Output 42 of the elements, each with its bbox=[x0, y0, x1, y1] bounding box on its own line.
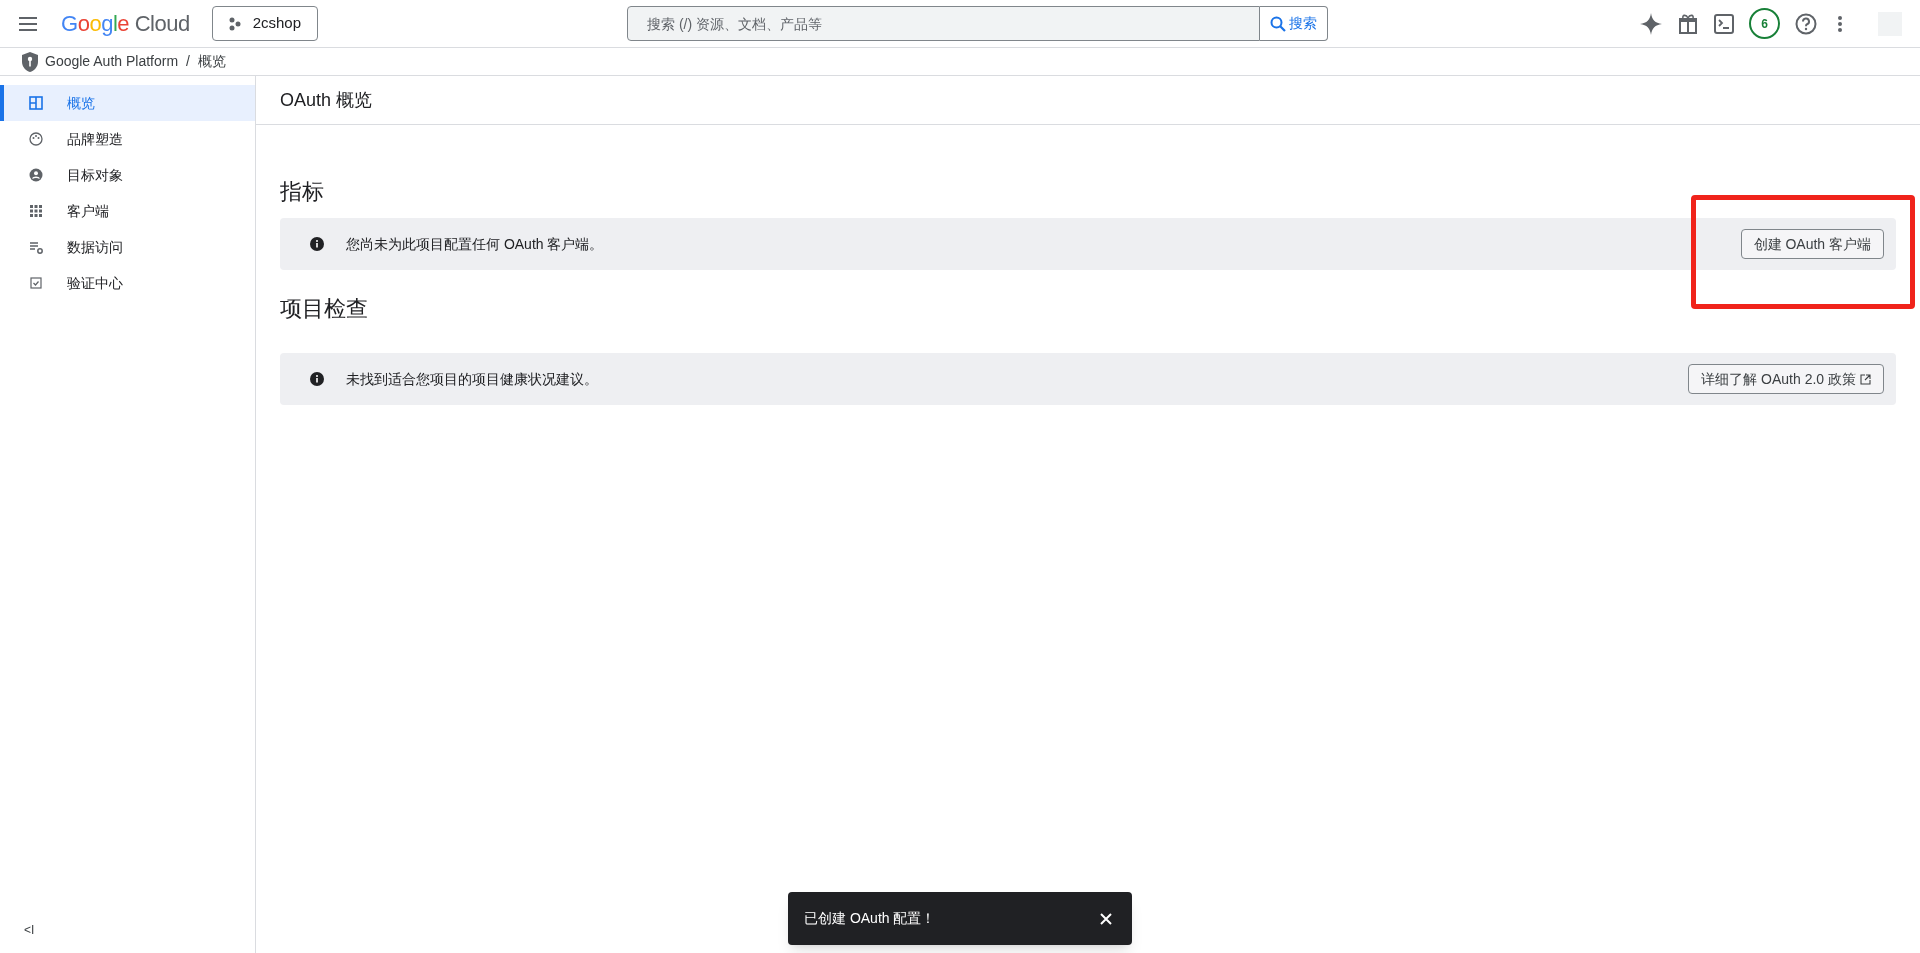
page-title: OAuth 概览 bbox=[280, 88, 373, 112]
shield-key-icon bbox=[22, 51, 38, 72]
breadcrumb-link[interactable]: Google Auth Platform bbox=[45, 51, 179, 72]
external-link-icon bbox=[1860, 373, 1871, 385]
project-picker[interactable]: 2cshop bbox=[211, 6, 319, 41]
checkbox-icon bbox=[29, 276, 43, 290]
notification-count[interactable]: 6 bbox=[1749, 8, 1780, 39]
banner-message: 您尚未为此项目配置任何 OAuth 客户端。 bbox=[346, 234, 604, 254]
create-client-button[interactable]: 创建 OAuth 客户端 bbox=[1740, 229, 1884, 259]
info-icon bbox=[310, 237, 324, 251]
toast-message: 已创建 OAuth 配置！ bbox=[804, 909, 936, 928]
banner-message: 未找到适合您项目的项目健康状况建议。 bbox=[346, 369, 598, 389]
section-heading: 项目检查 bbox=[280, 295, 369, 323]
sparkle-icon[interactable] bbox=[1640, 12, 1662, 35]
sidebar-item[interactable]: 品牌塑造 bbox=[0, 121, 255, 157]
search-field[interactable]: 搜索 (/) 资源、文档、产品等 bbox=[627, 6, 1261, 41]
sidebar-item[interactable]: 数据访问 bbox=[0, 229, 255, 265]
sidebar-item[interactable]: 验证中心 bbox=[0, 265, 255, 301]
collapse-button[interactable]: <I bbox=[24, 921, 35, 939]
learn-more-button[interactable]: 详细了解 OAuth 2.0 政策 bbox=[1688, 364, 1884, 394]
search-button[interactable]: 搜索 bbox=[1260, 6, 1329, 41]
google-cloud-logo[interactable]: Google Cloud bbox=[61, 7, 190, 40]
sidebar-item[interactable]: 客户端 bbox=[0, 193, 255, 229]
sidebar-item[interactable]: 概览 bbox=[0, 85, 255, 121]
breadcrumb-separator: / bbox=[186, 52, 190, 71]
search-icon bbox=[1270, 15, 1287, 32]
palette-icon bbox=[29, 132, 43, 146]
info-icon bbox=[310, 372, 324, 386]
close-icon[interactable] bbox=[1100, 912, 1112, 925]
grid-icon bbox=[29, 204, 43, 218]
project-icon bbox=[228, 16, 241, 31]
sidebar-item[interactable]: 目标对象 bbox=[0, 157, 255, 193]
help-icon[interactable] bbox=[1795, 12, 1817, 35]
breadcrumb-current: 概览 bbox=[197, 52, 226, 71]
menu-icon bbox=[18, 16, 38, 31]
gift-icon[interactable] bbox=[1677, 12, 1699, 35]
terminal-icon[interactable] bbox=[1714, 13, 1734, 34]
section-heading: 指标 bbox=[280, 178, 325, 206]
list-settings-icon bbox=[29, 240, 43, 254]
account-icon bbox=[29, 168, 43, 182]
more-icon[interactable] bbox=[1837, 14, 1843, 33]
dashboard-icon bbox=[29, 96, 43, 110]
